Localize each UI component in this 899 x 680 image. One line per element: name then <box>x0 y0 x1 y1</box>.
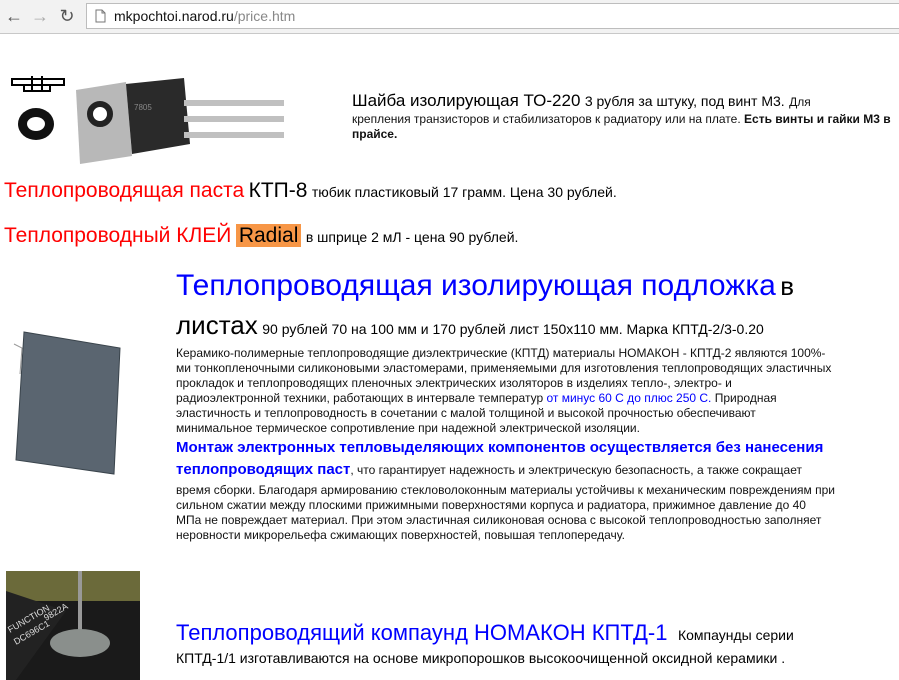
reload-icon[interactable]: ↻ <box>57 6 77 26</box>
washer-diagram-icon <box>11 76 65 140</box>
transistor-photo: 7805 <box>76 78 284 164</box>
paste-model: КТП-8 <box>248 179 308 202</box>
glue-line: Теплопроводный КЛЕЙ Radial в шприце 2 мЛ… <box>4 224 518 248</box>
thermal-pad-photo <box>13 331 121 475</box>
pad-subtitle: листах 90 рублей 70 на 100 мм и 170 рубл… <box>176 310 764 341</box>
washer-block: Шайба изолирующая ТО-220 3 рубля за штук… <box>352 91 882 111</box>
pad-p1-line-2: ми тонкопленочными силиконовыми эластоме… <box>176 361 832 375</box>
washer-desc: крепления транзисторов и стабилизаторов … <box>352 112 897 142</box>
pad-title: Теплопроводящая изолирующая подложка в <box>176 269 794 303</box>
temperature-range: от минус 60 С до плюс 250 С. <box>546 391 712 405</box>
washer-desc-2: крепления транзисторов и стабилизаторов … <box>352 112 741 126</box>
mount-line-2: теплопроводящих паст, что гарантирует на… <box>176 461 896 479</box>
pad-p1-line-3: прокладок и теплопроводящих пленочных эл… <box>176 376 732 390</box>
mount-line-1: Монтаж электронных тепловыделяющих компо… <box>176 439 896 457</box>
pad-p1-line-6: минимальное термическое сопротивление пр… <box>176 421 640 435</box>
pad-p2-line-2: сильном сжатии между плоскими прижимными… <box>176 498 806 512</box>
pad-p1-line-5: эластичность и теплопроводность в сочета… <box>176 406 756 420</box>
page-icon <box>95 9 106 23</box>
pad-p1-line-4a: радиоэлектронной техники, работающих в и… <box>176 391 544 405</box>
pad-p2-line-4: неровности микрорельефа сжимающих поверх… <box>176 528 625 542</box>
mount-rest-2: , что гарантирует надежность и электриче… <box>350 463 802 477</box>
back-arrow-icon[interactable]: ← <box>4 6 24 26</box>
compound-title-line: Теплопроводящий компаунд НОМАКОН КПТД-1 … <box>176 620 794 646</box>
page-content: 7805 Шайба изолирующая ТО-220 3 рубля за… <box>0 34 899 680</box>
washer-title: Шайба изолирующая ТО-220 <box>352 91 581 110</box>
paste-desc: тюбик пластиковый 17 грамм. Цена 30 рубл… <box>311 184 617 200</box>
paste-line: Теплопроводящая паста КТП-8 тюбик пласти… <box>4 179 617 203</box>
compound-photo: FUNCTION DC696C1 9822A <box>6 571 140 680</box>
browser-toolbar: ← → ↻ mkpochtoi.narod.ru/price.htm <box>0 0 899 34</box>
pad-p2-line-1: время сборки. Благодаря армированию стек… <box>176 483 835 497</box>
pad-price: 90 рублей 70 на 100 мм и 170 рублей лист… <box>262 321 764 337</box>
washer-desc-1: Для <box>789 95 811 109</box>
pad-paragraph-1: Керамико-полимерные теплопроводящие диэл… <box>176 346 896 436</box>
pad-title-tail-1: в <box>780 271 795 301</box>
url-text: mkpochtoi.narod.ru/price.htm <box>114 8 296 24</box>
pad-p2-line-3: МПа не повреждает материал. При этом эла… <box>176 513 822 527</box>
pad-p1-line-4b: Природная <box>714 391 777 405</box>
paste-name: Теплопроводящая паста <box>4 179 245 202</box>
pad-title-tail-2: листах <box>176 310 258 340</box>
address-bar[interactable]: mkpochtoi.narod.ru/price.htm <box>86 3 899 29</box>
pad-p1-line-1: Керамико-полимерные теплопроводящие диэл… <box>176 346 826 360</box>
mount-bold-1: Монтаж электронных тепловыделяющих компо… <box>176 439 824 456</box>
washer-price: 3 рубля за штуку, под винт М3. <box>584 93 785 109</box>
compound-tail: Компаунды серии <box>677 627 794 643</box>
mount-bold-2: теплопроводящих паст <box>176 461 351 478</box>
forward-arrow-icon[interactable]: → <box>30 6 50 26</box>
pad-title-blue: Теплопроводящая изолирующая подложка <box>176 269 776 302</box>
svg-text:7805: 7805 <box>134 103 152 112</box>
pad-p1-line-4: радиоэлектронной техники, работающих в и… <box>176 391 896 406</box>
compound-title: Теплопроводящий компаунд НОМАКОН КПТД-1 <box>176 620 668 645</box>
glue-brand: Radial <box>235 224 302 247</box>
compound-line-2: КПТД-1/1 изготавливаются на основе микро… <box>176 650 786 666</box>
pad-paragraph-2: время сборки. Благодаря армированию стек… <box>176 483 896 543</box>
glue-name: Теплопроводный КЛЕЙ <box>4 224 232 247</box>
glue-desc: в шприце 2 мЛ - цена 90 рублей. <box>305 229 519 245</box>
